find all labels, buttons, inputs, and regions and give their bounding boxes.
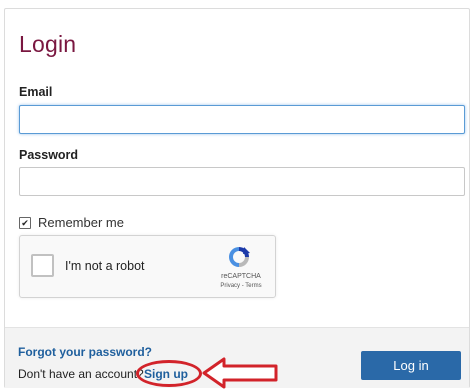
recaptcha-label: I'm not a robot <box>65 259 145 273</box>
login-card: Login Email Password ✔ Remember me I'm n… <box>4 8 470 389</box>
remember-me-label: Remember me <box>38 215 124 230</box>
remember-me[interactable]: ✔ Remember me <box>19 215 124 230</box>
checkmark-icon[interactable]: ✔ <box>19 216 31 229</box>
recaptcha-widget: I'm not a robot reCAPTCHA Privacy - Term… <box>19 235 276 298</box>
password-label: Password <box>19 148 79 162</box>
left-arrow-icon <box>202 357 278 389</box>
no-account-text: Don't have an account? <box>18 367 144 381</box>
recaptcha-logo-icon <box>229 247 250 267</box>
recaptcha-brand: reCAPTCHA <box>221 273 261 280</box>
recaptcha-checkbox[interactable] <box>31 254 54 277</box>
login-button[interactable]: Log in <box>361 351 461 380</box>
password-field[interactable] <box>19 167 465 196</box>
annotation-circle <box>136 360 202 387</box>
email-label: Email <box>19 85 53 99</box>
login-footer: Forgot your password? Don't have an acco… <box>5 327 469 389</box>
page-title: Login <box>19 31 77 57</box>
forgot-password-link[interactable]: Forgot your password? <box>18 345 152 359</box>
recaptcha-links[interactable]: Privacy - Terms <box>212 283 270 289</box>
email-field[interactable] <box>19 105 465 134</box>
